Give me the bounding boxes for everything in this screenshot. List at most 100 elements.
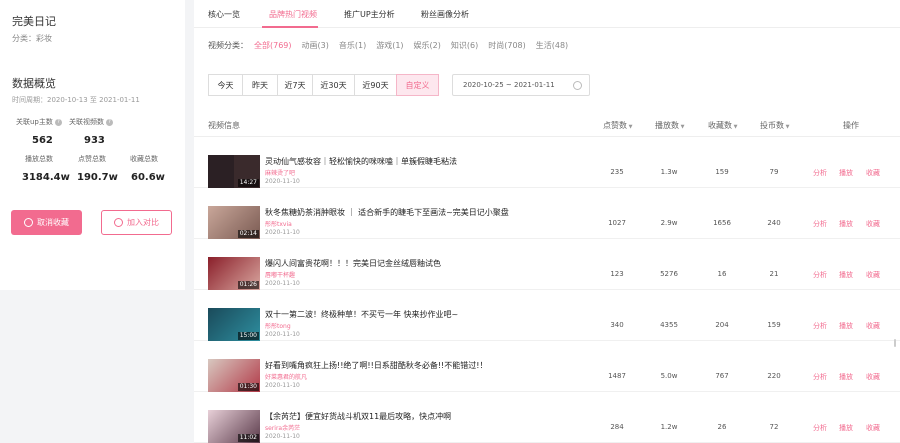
- sort-icon: ▼: [627, 124, 633, 130]
- overview-period: 时间周期：2020-10-13 至 2021-01-11: [12, 96, 140, 104]
- header-likes[interactable]: 点赞数 ▼: [603, 120, 632, 131]
- category-music[interactable]: 音乐(1): [339, 40, 366, 51]
- cell-plays: 1.2w: [660, 423, 678, 431]
- analyze-link[interactable]: 分析: [813, 372, 827, 382]
- video-thumbnail[interactable]: 11:02: [208, 410, 260, 443]
- video-author[interactable]: 唇嘟干杯趣: [265, 270, 295, 279]
- cell-favs: 26: [717, 423, 727, 431]
- video-duration: 11:02: [237, 434, 259, 442]
- cell-favs: 1656: [713, 219, 731, 227]
- add-compare-button[interactable]: 加入对比: [101, 210, 172, 235]
- favorite-link[interactable]: 收藏: [866, 321, 880, 331]
- play-link[interactable]: 播放: [839, 321, 853, 331]
- category-knowledge[interactable]: 知识(6): [451, 40, 478, 51]
- stat-label-likes: 点赞总数: [78, 155, 106, 163]
- favorite-link[interactable]: 收藏: [866, 372, 880, 382]
- sort-icon: ▼: [732, 124, 738, 130]
- video-date: 2020-11-10: [265, 280, 300, 287]
- category-entertainment[interactable]: 娱乐(2): [414, 40, 441, 51]
- date-filter-90days[interactable]: 近90天: [354, 74, 397, 96]
- tab-hot-videos[interactable]: 品牌热门视频: [269, 9, 317, 20]
- play-link[interactable]: 播放: [839, 168, 853, 178]
- video-author[interactable]: 彤彤tong: [265, 321, 291, 330]
- cell-favs: 16: [717, 270, 727, 278]
- date-filter-yesterday[interactable]: 昨天: [242, 74, 278, 96]
- brand-panel: 完美日记 分类：彩妆 数据概览 时间周期：2020-10-13 至 2021-0…: [0, 0, 185, 290]
- video-thumbnail[interactable]: 02:14: [208, 206, 260, 239]
- play-link[interactable]: 播放: [839, 270, 853, 280]
- video-title[interactable]: 爆闪人间富贵花啊！！！完美日记金丝绒唇釉试色: [265, 258, 441, 269]
- header-coins[interactable]: 投币数 ▼: [760, 120, 789, 131]
- favorite-link[interactable]: 收藏: [866, 270, 880, 280]
- video-title[interactable]: 秋冬焦糖奶茶消肿眼妆 ｜ 适合新手的睫毛下至画法~完美日记小聚盘: [265, 207, 509, 218]
- video-date: 2020-11-10: [265, 229, 300, 236]
- stat-label-favs: 收藏总数: [130, 155, 158, 163]
- stat-value-video-count: 933: [84, 135, 105, 146]
- header-plays[interactable]: 播放数 ▼: [655, 120, 684, 131]
- date-filter-today[interactable]: 今天: [208, 74, 243, 96]
- video-date: 2020-11-10: [265, 178, 300, 185]
- video-title[interactable]: 双十一第二波！终极种草！不买亏一年 快来抄作业吧~: [265, 309, 458, 320]
- table-row: 11:02 【余芮茫】便宜好货战斗机双11最后攻略，快点冲啊 serira余芮茫 20…: [194, 392, 900, 443]
- video-thumbnail[interactable]: 14:27: [208, 155, 260, 188]
- table-row: 15:00 双十一第二波！终极种草！不买亏一年 快来抄作业吧~ 彤彤tong 2020…: [194, 290, 900, 341]
- video-date: 2020-11-10: [265, 331, 300, 338]
- category-animation[interactable]: 动画(3): [302, 40, 329, 51]
- category-life[interactable]: 生活(48): [536, 40, 568, 51]
- cell-coins: 21: [769, 270, 779, 278]
- cell-coins: 220: [767, 372, 781, 380]
- video-author[interactable]: 彤彤txvia: [265, 219, 292, 228]
- unfavorite-button[interactable]: 取消收藏: [11, 210, 82, 235]
- video-title[interactable]: 【余芮茫】便宜好货战斗机双11最后攻略，快点冲啊: [265, 411, 451, 422]
- stat-value-favs: 60.6w: [131, 172, 165, 183]
- stat-label-up-count: 关联up主数 ?: [16, 117, 62, 127]
- analyze-link[interactable]: 分析: [813, 270, 827, 280]
- play-link[interactable]: 播放: [839, 423, 853, 433]
- help-icon[interactable]: ?: [54, 118, 62, 126]
- cell-coins: 72: [769, 423, 779, 431]
- video-author[interactable]: serira余芮茫: [265, 423, 300, 432]
- date-filter-custom[interactable]: 自定义: [396, 74, 439, 96]
- brand-category: 分类：彩妆: [12, 34, 52, 43]
- video-duration: 14:27: [237, 179, 259, 187]
- category-filter: 视频分类： 全部(769) 动画(3) 音乐(1) 游戏(1) 娱乐(2) 知识…: [208, 40, 568, 51]
- video-author[interactable]: 好菜惠君的航凡: [265, 372, 307, 381]
- favorite-link[interactable]: 收藏: [866, 423, 880, 433]
- video-author[interactable]: 麻辣烫了吧: [265, 168, 295, 177]
- video-thumbnail[interactable]: 15:00: [208, 308, 260, 341]
- help-icon[interactable]: ?: [106, 118, 113, 126]
- analyze-link[interactable]: 分析: [813, 168, 827, 178]
- video-thumbnail[interactable]: 01:30: [208, 359, 260, 392]
- cell-likes: 123: [610, 270, 624, 278]
- tab-fan-profile[interactable]: 粉丝画像分析: [421, 9, 469, 20]
- date-range-picker[interactable]: 2020-10-25 ~ 2021-01-11: [452, 74, 590, 96]
- category-fashion[interactable]: 时尚(708): [488, 40, 526, 51]
- video-title[interactable]: 灵动仙气感妆容｜轻松愉快的咪咪嗑｜单簇假睫毛粘法: [265, 156, 457, 167]
- stat-value-plays: 3184.4w: [22, 172, 70, 183]
- analyze-link[interactable]: 分析: [813, 321, 827, 331]
- favorite-link[interactable]: 收藏: [866, 168, 880, 178]
- header-favs[interactable]: 收藏数 ▼: [708, 120, 737, 131]
- video-thumbnail[interactable]: 01:26: [208, 257, 260, 290]
- category-game[interactable]: 游戏(1): [376, 40, 403, 51]
- date-filter-30days[interactable]: 近30天: [312, 74, 355, 96]
- scrollbar[interactable]: [894, 339, 896, 347]
- tab-up-analysis[interactable]: 推广UP主分析: [344, 9, 395, 20]
- video-title[interactable]: 好看到嘴角疯狂上扬!!绝了啊!!日系甜酷秋冬必备!!不能错过!！: [265, 360, 487, 371]
- plus-circle-icon: [114, 218, 123, 227]
- analyze-link[interactable]: 分析: [813, 219, 827, 229]
- cell-plays: 5.0w: [660, 372, 678, 380]
- analyze-link[interactable]: 分析: [813, 423, 827, 433]
- cell-plays: 4355: [660, 321, 678, 329]
- video-duration: 02:14: [237, 230, 259, 238]
- play-link[interactable]: 播放: [839, 372, 853, 382]
- tab-overview[interactable]: 核心一览: [208, 9, 240, 20]
- active-tab-indicator: [262, 26, 318, 28]
- date-filter-7days[interactable]: 近7天: [277, 74, 313, 96]
- date-filter-group: 今天 昨天 近7天 近30天 近90天 自定义: [208, 74, 439, 96]
- favorite-link[interactable]: 收藏: [866, 219, 880, 229]
- date-range-value: 2020-10-25 ~ 2021-01-11: [463, 81, 555, 89]
- header-video-info: 视频信息: [208, 121, 240, 130]
- play-link[interactable]: 播放: [839, 219, 853, 229]
- category-all[interactable]: 全部(769): [254, 40, 292, 51]
